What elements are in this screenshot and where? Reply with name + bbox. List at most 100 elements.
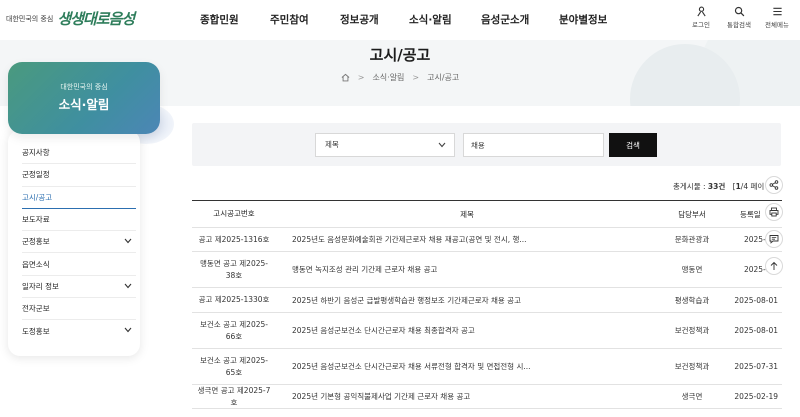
table-row[interactable]: 맹동면 공고 제2025-38호 맹동면 녹지조성 관리 기간제 근로자 채용 …: [192, 252, 782, 288]
table-row[interactable]: 보건소 공고 제2025-66호 2025년 음성군보건소 단시간근로자 채용 …: [192, 313, 782, 349]
row-date: 2025-08-01: [734, 326, 778, 335]
nav-item-participation[interactable]: 주민참여: [270, 12, 340, 27]
row-date: 2025-02-19: [734, 392, 778, 401]
sidebar-item-label: 군정홍보: [22, 237, 50, 247]
row-title-link[interactable]: 2025년 기본형 공익직불제사업 기간제 근로자 채용 공고: [276, 391, 658, 402]
col-header-dept: 담당부서: [678, 209, 706, 219]
search-submit-button[interactable]: 검색: [609, 133, 657, 157]
nav-item-about[interactable]: 음성군소개: [481, 12, 559, 27]
search-label: 통합검색: [727, 21, 751, 29]
search-field-value: 제목: [325, 140, 339, 149]
row-no: 보건소 공고 제2025-66호: [200, 320, 268, 341]
nav-item-info[interactable]: 정보공개: [340, 12, 409, 27]
row-title-link[interactable]: 맹동면 녹지조성 관리 기간제 근로자 채용 공고: [276, 264, 658, 275]
table-row[interactable]: 생극면 공고 제2025-7호 2025년 기본형 공익직불제사업 기간제 근로…: [192, 385, 782, 409]
row-dept: 문화관광과: [674, 235, 710, 244]
chevron-right-icon: >: [412, 73, 420, 82]
nav-item-civil[interactable]: 종합민원: [200, 12, 270, 27]
sidebar-menu: 공지사항 군정일정 고시/공고 보도자료 군정홍보 읍면소식 일자리 정보 전자…: [8, 130, 140, 356]
print-icon: [769, 207, 779, 217]
logo-tagline: 대한민국의 중심: [6, 14, 54, 23]
col-header-title: 제목: [460, 209, 474, 219]
row-no: 생극면 공고 제2025-7호: [197, 386, 271, 407]
search-icon: [734, 6, 744, 17]
table-row[interactable]: 보건소 공고 제2025-65호 2025년 음성군보건소 단시간근로자 채용 …: [192, 349, 782, 385]
share-button[interactable]: [765, 176, 783, 194]
print-button[interactable]: [765, 203, 783, 221]
chevron-down-icon: [438, 142, 446, 148]
search-field-select[interactable]: 제목: [315, 133, 455, 157]
home-icon[interactable]: [341, 73, 350, 82]
row-dept: 맹동면: [681, 265, 703, 274]
floating-toolbar: [765, 176, 783, 284]
comment-button[interactable]: [765, 230, 783, 248]
row-date: 2025-07-31: [734, 362, 778, 371]
chevron-down-icon: [124, 238, 132, 244]
breadcrumb-item[interactable]: 소식·알림: [372, 72, 404, 83]
chevron-down-icon: [124, 283, 132, 289]
table-row[interactable]: 공고 제2025-1316호 2025년도 음성문화예술회관 기간제근로자 채용…: [192, 228, 782, 252]
menu-icon: [772, 7, 782, 16]
page-rest: /4 페이: [740, 182, 765, 191]
nav-item-news[interactable]: 소식·알림: [409, 12, 481, 27]
chevron-right-icon: >: [357, 73, 365, 82]
row-dept: 평생학습과: [674, 295, 710, 305]
login-label: 로그인: [692, 21, 710, 29]
sidebar-item-promotion[interactable]: 군정홍보: [22, 231, 136, 254]
sidebar-item-schedule[interactable]: 군정일정: [22, 164, 136, 187]
scroll-top-button[interactable]: [765, 257, 783, 275]
arrow-up-icon: [770, 261, 778, 270]
sidebar-item-notice[interactable]: 공지사항: [22, 142, 136, 165]
result-count: 총게시물 : 33건 [1/4 페이: [673, 181, 764, 192]
row-title-link[interactable]: 2025년 음성군보건소 단시간근로자 채용 최종합격자 공고: [276, 325, 658, 336]
row-no: 공고 제2025-1316호: [198, 234, 270, 244]
row-no: 보건소 공고 제2025-65호: [200, 356, 268, 377]
sidebar-item-announcement[interactable]: 고시/공고: [22, 187, 136, 209]
count-prefix: 총게시물 :: [673, 182, 708, 191]
sidebar-item-label: 일자리 정보: [22, 281, 59, 291]
site-logo[interactable]: 대한민국의 중심 생생대로음성: [6, 8, 135, 29]
sidebar-item-label: 도정홍보: [22, 327, 50, 337]
sidebar-item-label: 공지사항: [22, 148, 50, 158]
comment-icon: [769, 235, 779, 244]
person-icon: [696, 6, 706, 17]
sidebar-subtitle: 대한민국의 중심: [60, 83, 108, 91]
sidebar-item-label: 고시/공고: [22, 192, 53, 202]
row-no: 공고 제2025-1330호: [198, 295, 270, 305]
all-menu-label: 전체메뉴: [765, 21, 789, 29]
count-total: 33건: [707, 182, 726, 191]
announcement-table: 고시공고번호 제목 담당부서 등록일 공고 제2025-1316호 2025년도…: [192, 200, 782, 409]
chevron-down-icon: [124, 328, 132, 333]
col-header-no: 고시공고번호: [213, 209, 255, 219]
sidebar-item-town-news[interactable]: 읍면소식: [22, 253, 136, 276]
logo-name: 생생대로음성: [57, 10, 135, 28]
sidebar-item-label: 군정일정: [22, 170, 50, 180]
search-button[interactable]: 통합검색: [720, 6, 758, 29]
util-menu: 로그인 통합검색 전체메뉴: [682, 6, 796, 29]
breadcrumb-item[interactable]: 고시/공고: [427, 72, 459, 83]
table-header: 고시공고번호 제목 담당부서 등록일: [192, 201, 782, 228]
row-date: 2025-08-01: [734, 295, 778, 305]
share-icon: [769, 180, 779, 190]
row-dept: 보건정책과: [674, 362, 710, 371]
site-header: 대한민국의 중심 생생대로음성 종합민원 주민참여 정보공개 소식·알림 음성군…: [0, 0, 800, 40]
sidebar-item-label: 보도자료: [22, 215, 50, 225]
search-panel: 제목 검색: [192, 123, 781, 166]
nav-item-fields[interactable]: 분야별정보: [559, 12, 629, 27]
row-title-link[interactable]: 2025년도 음성문화예술회관 기간제근로자 채용 재공고(공연 및 전시, 행…: [276, 234, 658, 245]
sidebar-item-gazette[interactable]: 전자군보: [22, 298, 136, 321]
table-row[interactable]: 공고 제2025-1330호 2025년 하반기 음성군 급발평생학습관 행정보…: [192, 288, 782, 313]
login-button[interactable]: 로그인: [682, 6, 720, 29]
sidebar-item-press[interactable]: 보도자료: [22, 209, 136, 232]
row-title-link[interactable]: 2025년 음성군보건소 단시간근로자 채용 서류전형 합격자 및 면접전형 시…: [276, 361, 658, 372]
sidebar-item-label: 전자군보: [22, 304, 50, 314]
sidebar-item-province-pr[interactable]: 도정홍보: [22, 320, 136, 342]
sidebar-header: 대한민국의 중심 소식·알림: [8, 62, 160, 134]
search-input[interactable]: [463, 133, 604, 157]
sidebar-title: 소식·알림: [58, 97, 110, 112]
sidebar-item-jobs[interactable]: 일자리 정보: [22, 276, 136, 299]
all-menu-button[interactable]: 전체메뉴: [758, 6, 796, 29]
row-no: 맹동면 공고 제2025-38호: [200, 259, 268, 280]
sidebar-item-label: 읍면소식: [22, 259, 50, 269]
row-title-link[interactable]: 2025년 하반기 음성군 급발평생학습관 행정보조 기간제근로자 채용 공고: [276, 295, 658, 306]
